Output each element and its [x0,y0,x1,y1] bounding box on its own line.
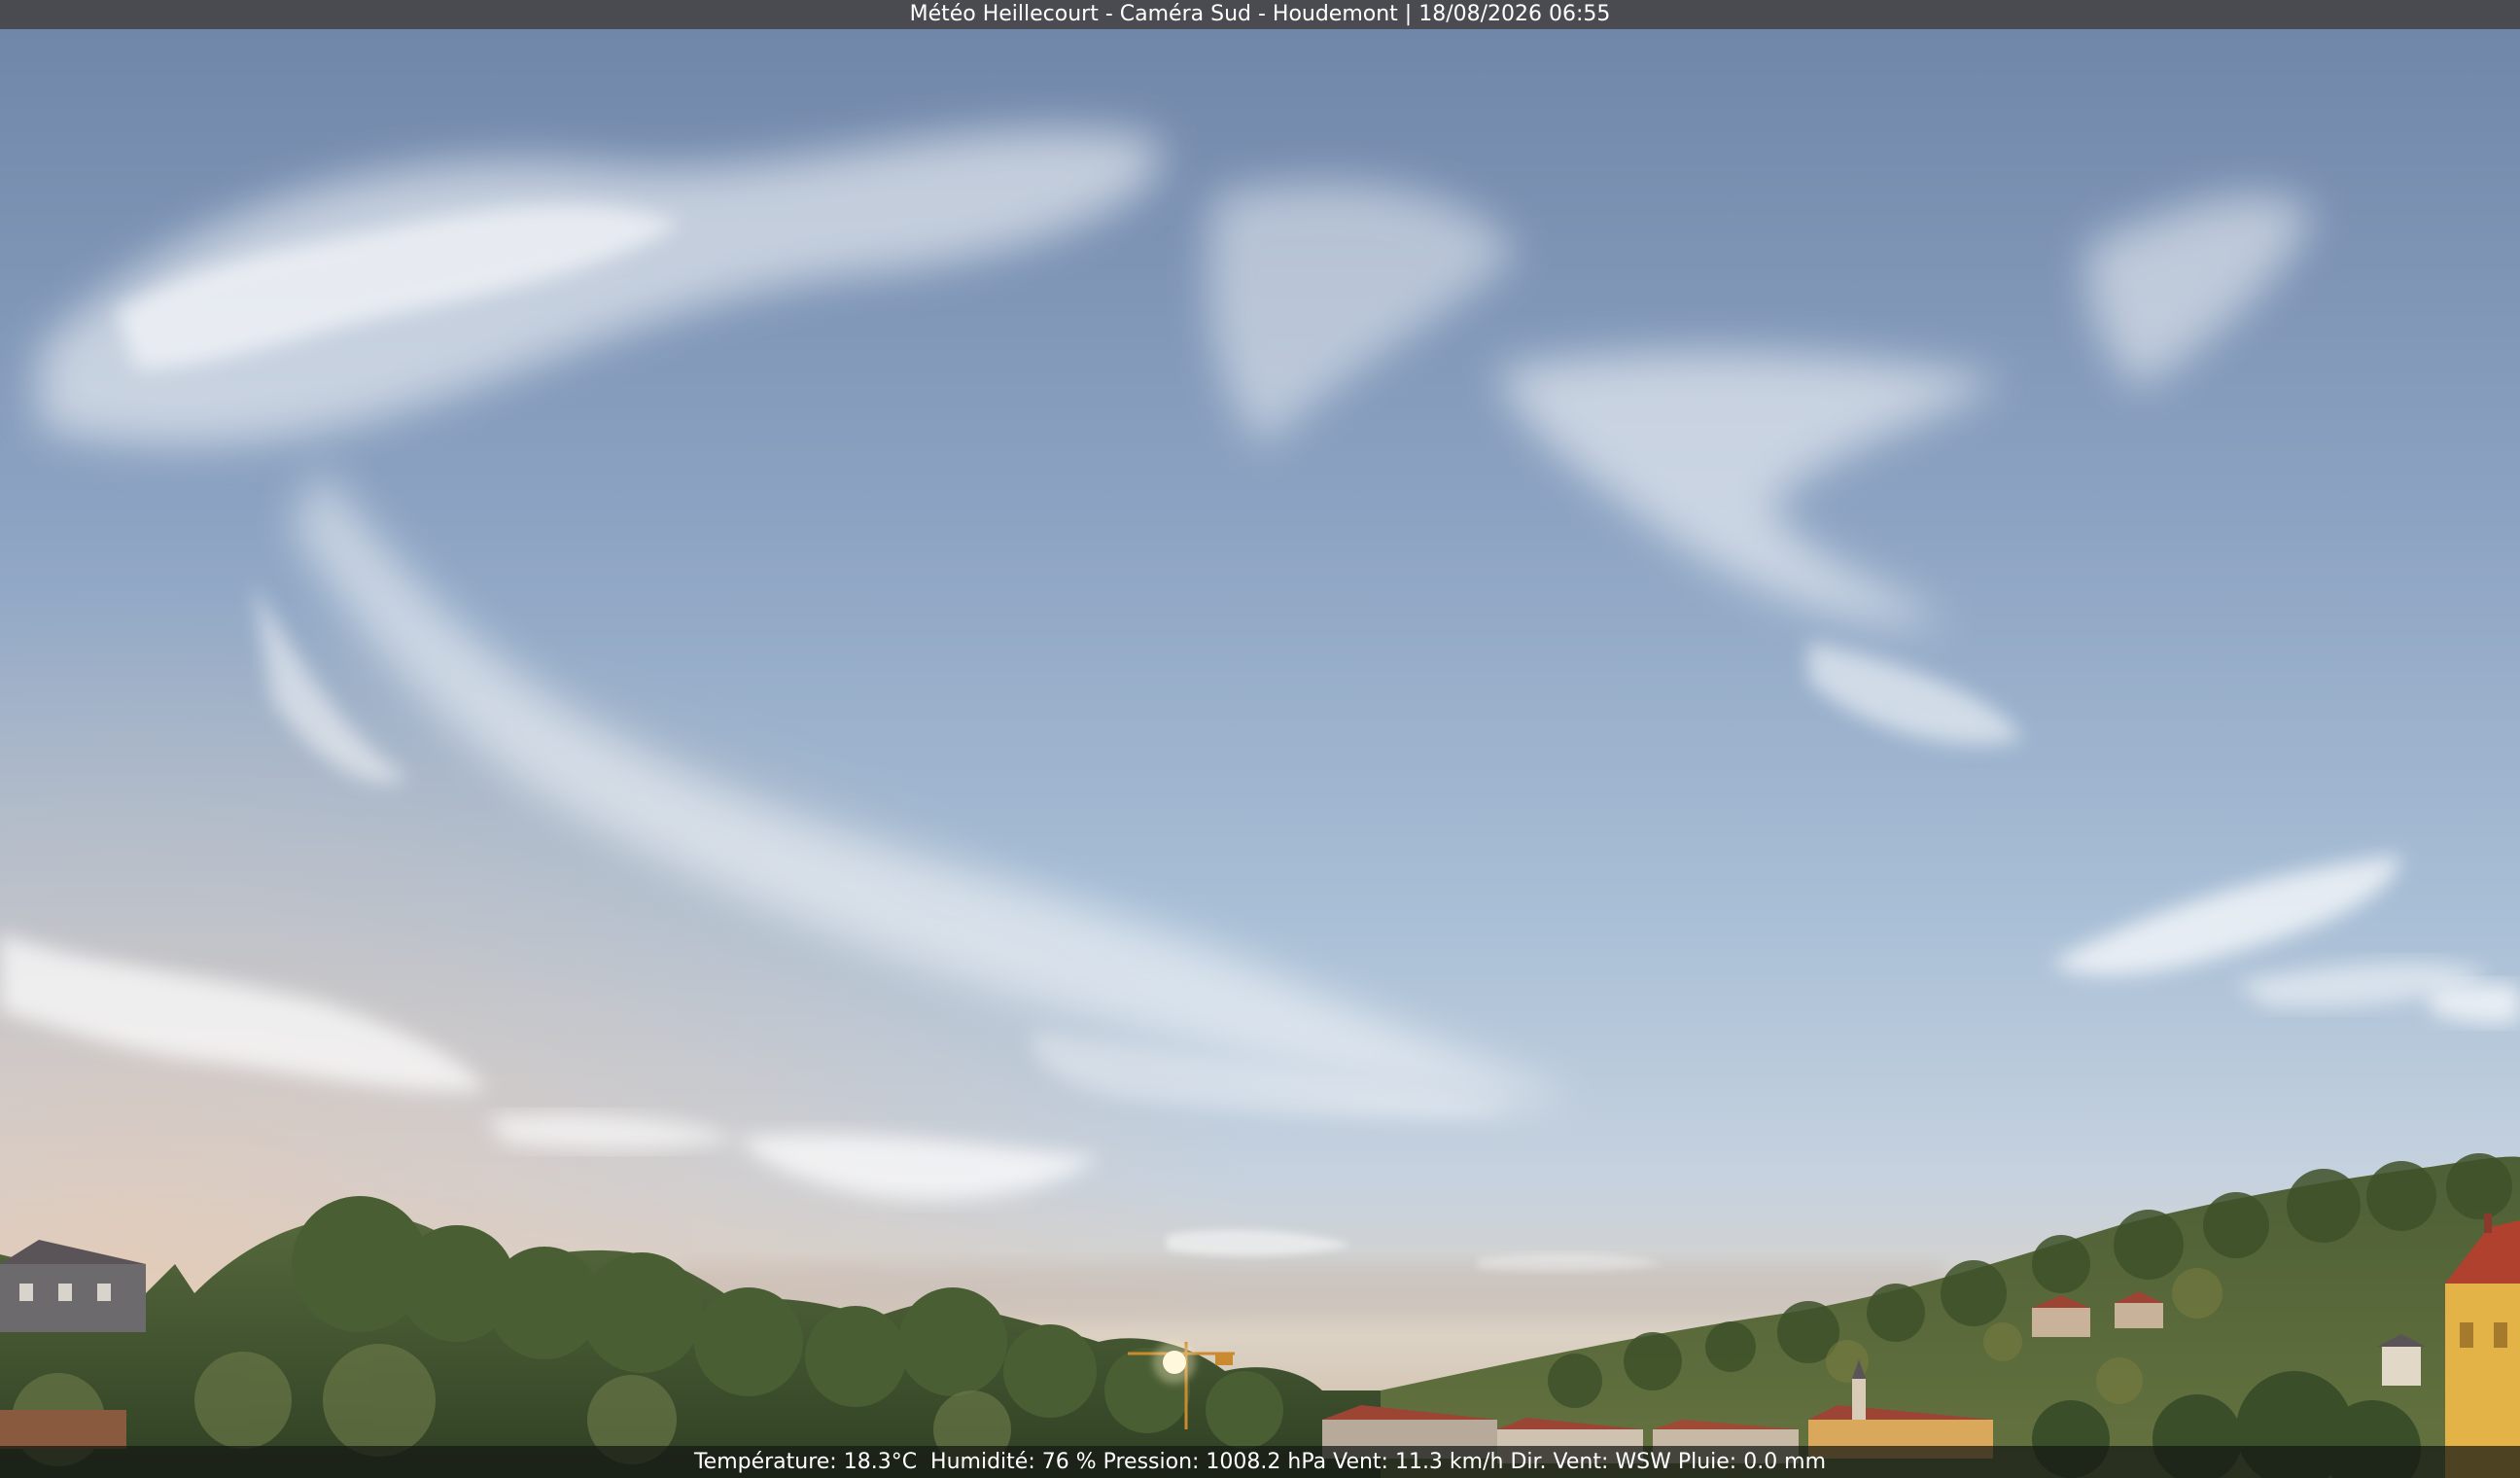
webcam-image [0,0,2520,1478]
weather-readout-bar: Température: 18.3°C Humidité: 76 % Press… [0,1446,2520,1478]
webcam-view: Météo Heillecourt - Caméra Sud - Houdemo… [0,0,2520,1478]
camera-title-bar: Météo Heillecourt - Caméra Sud - Houdemo… [0,0,2520,29]
